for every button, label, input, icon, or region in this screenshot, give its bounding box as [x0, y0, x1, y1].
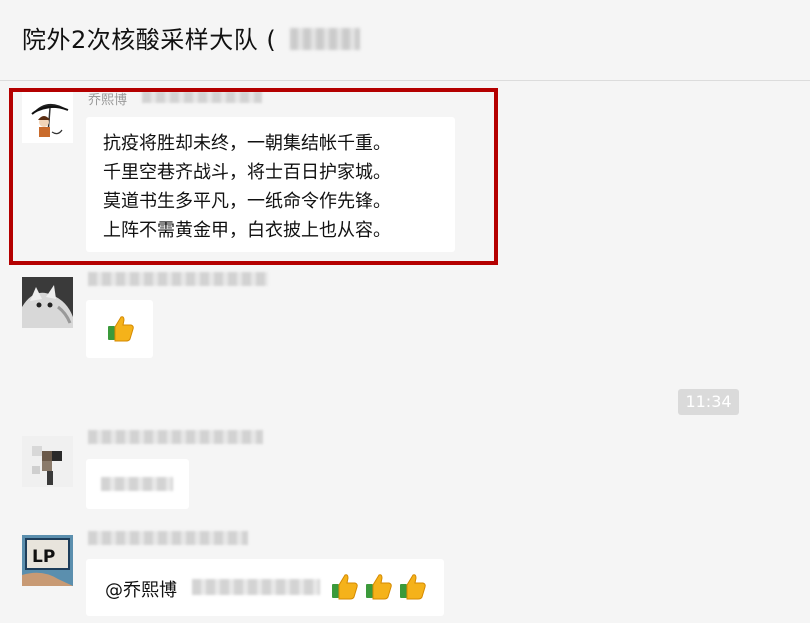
message-bubble[interactable]: @乔熙博	[86, 559, 444, 616]
blurred-message-text	[192, 579, 320, 595]
pixelated-avatar-icon	[22, 436, 73, 487]
blurred-sender-name	[88, 531, 248, 545]
avatar-text: LP	[32, 547, 55, 567]
blurred-sender-name	[88, 272, 268, 286]
message-bubble[interactable]	[86, 459, 189, 509]
thumbs-up-icon	[332, 574, 358, 600]
time-divider: 11:34	[678, 389, 739, 415]
lp-avatar-icon: LP	[22, 535, 73, 586]
cat-avatar-icon	[22, 277, 73, 328]
blurred-message-text	[101, 477, 173, 491]
thumbs-up-icon	[366, 574, 392, 600]
thumbs-up-icon	[400, 574, 426, 600]
mention-text[interactable]: @乔熙博	[105, 576, 177, 602]
highlight-box	[9, 88, 498, 265]
avatar[interactable]	[22, 277, 73, 328]
chat-header: 院外2次核酸采样大队 (	[0, 0, 810, 81]
avatar[interactable]	[22, 436, 73, 487]
blurred-sender-name	[88, 430, 263, 444]
avatar[interactable]: LP	[22, 535, 73, 586]
chat-title: 院外2次核酸采样大队 (	[22, 26, 277, 54]
thumbs-up-icon	[108, 316, 134, 342]
message-bubble[interactable]	[86, 300, 153, 358]
blurred-title-suffix	[290, 28, 360, 50]
